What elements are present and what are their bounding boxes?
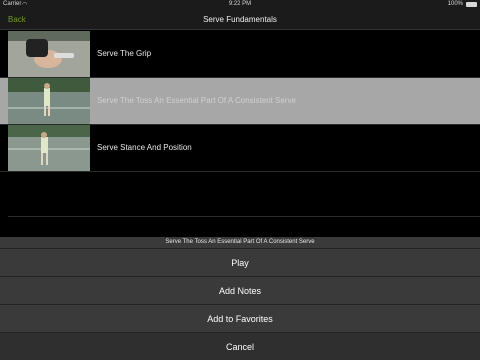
status-time: 9:22 PM — [228, 1, 252, 7]
list-item-selected[interactable]: Serve The Toss An Essential Part Of A Co… — [0, 78, 480, 125]
status-bar: Carrier ◠ 9:22 PM 100% — [0, 0, 480, 10]
list-separator — [8, 216, 480, 217]
add-to-favorites-button[interactable]: Add to Favorites — [0, 304, 480, 332]
add-notes-button[interactable]: Add Notes — [0, 276, 480, 304]
video-thumbnail — [8, 31, 90, 77]
page-title: Serve Fundamentals — [203, 15, 277, 24]
navigation-bar: Back Serve Fundamentals — [0, 10, 480, 30]
list-item-label: Serve Stance And Position — [97, 143, 192, 152]
list-item[interactable]: Serve Stance And Position — [0, 125, 480, 172]
action-sheet-title: Serve The Toss An Essential Part Of A Co… — [165, 239, 315, 245]
play-button[interactable]: Play — [0, 248, 480, 276]
video-thumbnail — [8, 78, 90, 124]
battery-percent: 100% — [447, 1, 463, 7]
battery-icon — [466, 2, 477, 7]
video-thumbnail — [8, 125, 90, 171]
list-item-label: Serve The Toss An Essential Part Of A Co… — [97, 96, 296, 105]
list-item-label: Serve The Grip — [97, 49, 152, 58]
action-sheet: Serve The Toss An Essential Part Of A Co… — [0, 237, 480, 360]
list-item[interactable]: Serve The Grip — [0, 31, 480, 78]
video-list: Serve The Grip Serve The Toss An Essenti… — [0, 31, 480, 172]
cancel-button[interactable]: Cancel — [0, 332, 480, 360]
